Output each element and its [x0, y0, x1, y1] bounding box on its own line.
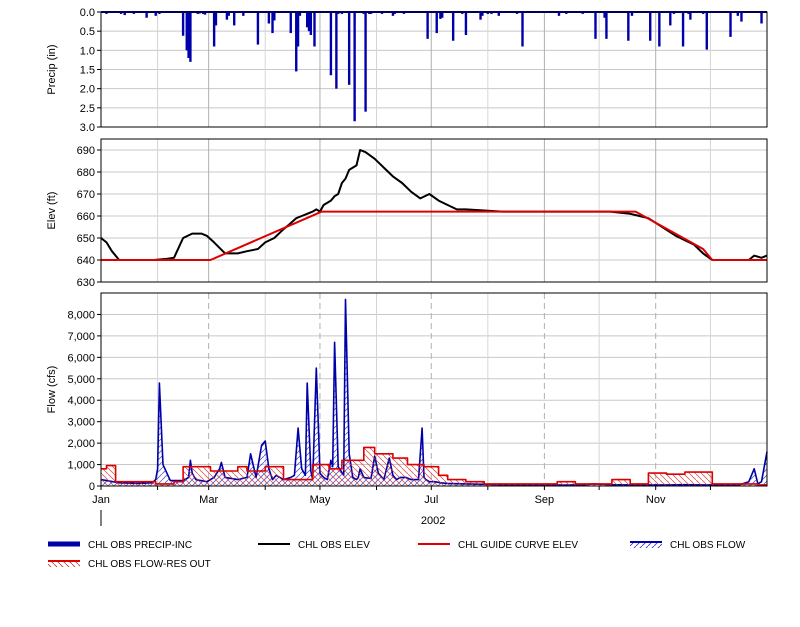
- precip-bar: [426, 12, 429, 39]
- precip-bar: [313, 12, 316, 47]
- precip-bar: [256, 12, 260, 45]
- y-tick-label: 5,000: [67, 374, 95, 386]
- hydrograph-chart: 0.0 0.5 1.0 1.5 2.0 2.5 3.0 Precip (in) 630 640 65…: [46, 7, 768, 570]
- precip-bar: [309, 12, 313, 35]
- y-tick-label: 630: [77, 277, 95, 289]
- y-axis-label: Precip (in): [46, 44, 58, 94]
- legend-label: CHL OBS FLOW: [670, 540, 746, 551]
- y-tick-label: 7,000: [67, 331, 95, 343]
- x-tick-label: May: [310, 494, 331, 506]
- precip-bar: [233, 12, 236, 26]
- y-tick-label: 660: [77, 211, 95, 223]
- precip-bar: [435, 12, 438, 34]
- precip-bar: [594, 12, 597, 39]
- precip-bar: [273, 12, 276, 21]
- y-tick-label: 6,000: [67, 352, 95, 364]
- precip-bar: [353, 12, 356, 122]
- y-tick-label: 670: [77, 189, 95, 201]
- y-axis-label: Elev (ft): [46, 192, 58, 230]
- panel-1: 0.0 0.5 1.0 1.5 2.0 2.5 3.0 Precip (in): [46, 7, 768, 134]
- y-tick-label: 3.0: [80, 122, 95, 134]
- precip-bar: [729, 12, 732, 37]
- precip-bar: [289, 12, 292, 34]
- precip-bar: [649, 12, 652, 41]
- y-tick-label: 2.5: [80, 103, 95, 115]
- x-tick-label: Sep: [535, 494, 555, 506]
- legend-label: CHL OBS PRECIP-INC: [88, 540, 192, 551]
- precip-bar: [681, 12, 685, 47]
- panel-3: 0 1,000 2,000 3,000 4,000 5,000 6,000 7,000 8,00…: [46, 292, 768, 493]
- precip-bar: [296, 12, 300, 47]
- x-tick-label: Jul: [424, 494, 438, 506]
- precip-bar: [347, 12, 351, 85]
- precip-bar: [689, 12, 692, 20]
- precip-bar: [181, 12, 185, 36]
- y-tick-label: 0.0: [80, 7, 95, 19]
- y-tick-label: 4,000: [67, 395, 95, 407]
- y-tick-label: 690: [77, 145, 95, 157]
- precip-bar: [267, 12, 271, 24]
- legend-item: CHL GUIDE CURVE ELEV: [418, 540, 578, 551]
- y-tick-label: 1.0: [80, 45, 95, 57]
- legend-item: CHL OBS ELEV: [258, 540, 370, 551]
- precip-bar: [189, 12, 192, 62]
- y-tick-label: 3,000: [67, 417, 95, 429]
- precip-bar: [627, 12, 630, 41]
- precip-bar: [214, 12, 218, 26]
- precip-bar: [669, 12, 672, 26]
- y-tick-label: 2.0: [80, 84, 95, 96]
- y-tick-label: 640: [77, 255, 95, 267]
- y-tick-label: 8,000: [67, 309, 95, 321]
- precip-bar: [451, 12, 455, 41]
- legend-item: CHL OBS PRECIP-INC: [48, 540, 192, 551]
- precip-bar: [740, 12, 743, 22]
- legend-item: CHL OBS FLOW: [630, 540, 746, 551]
- y-axis-label: Flow (cfs): [46, 366, 58, 414]
- precip-bar: [658, 12, 661, 47]
- precip-bar: [521, 12, 524, 47]
- y-tick-label: 1.5: [80, 65, 95, 77]
- precip-bar: [760, 12, 763, 24]
- legend-item: CHL OBS FLOW-RES OUT: [48, 559, 211, 570]
- precip-bar: [464, 12, 468, 35]
- precip-bar: [705, 12, 708, 50]
- y-tick-label: 680: [77, 167, 95, 179]
- y-tick-label: 1,000: [67, 460, 95, 472]
- x-tick-label: Mar: [199, 494, 218, 506]
- y-tick-label: 0.5: [80, 26, 95, 38]
- x-tick-label: Jan: [92, 494, 110, 506]
- precip-bar: [364, 12, 367, 112]
- y-tick-label: 2,000: [67, 438, 95, 450]
- x-tick-label: Nov: [646, 494, 666, 506]
- legend-label: CHL OBS FLOW-RES OUT: [88, 559, 211, 570]
- y-tick-label: 0: [89, 481, 95, 493]
- precip-bar: [329, 12, 333, 76]
- precip-bar: [335, 12, 338, 89]
- x-axis-label: 2002: [421, 515, 445, 527]
- legend-label: CHL GUIDE CURVE ELEV: [458, 540, 578, 551]
- panel-2: 630 640 650 660 670 680 690 Elev (ft): [46, 138, 768, 289]
- plot-area: [101, 293, 767, 486]
- legend-label: CHL OBS ELEV: [298, 540, 370, 551]
- y-tick-label: 650: [77, 233, 95, 245]
